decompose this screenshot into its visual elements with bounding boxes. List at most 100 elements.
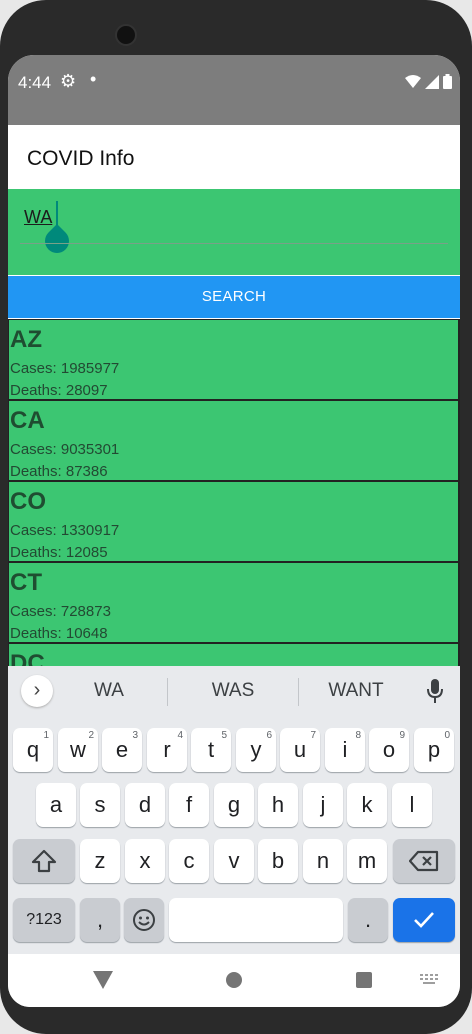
key-hint: 8	[355, 730, 361, 741]
list-item[interactable]: AZ Cases: 1985977 Deaths: 28097	[9, 320, 458, 399]
key-hint: 6	[266, 730, 272, 741]
key-i[interactable]: i8	[325, 728, 365, 772]
backspace-key[interactable]	[393, 839, 455, 883]
key-t[interactable]: t5	[191, 728, 231, 772]
results-list[interactable]: AZ Cases: 1985977 Deaths: 28097 CA Cases…	[8, 319, 460, 667]
emoji-icon	[133, 909, 155, 931]
shift-key[interactable]	[13, 839, 75, 883]
suggestion-item[interactable]: WA	[49, 680, 169, 702]
input-underline	[20, 243, 448, 244]
key-l[interactable]: l	[392, 783, 432, 827]
comma-key[interactable]: ,	[80, 898, 120, 942]
key-b[interactable]: b	[258, 839, 298, 883]
key-hint: 5	[221, 730, 227, 741]
key-r[interactable]: r4	[147, 728, 187, 772]
key-label: o	[382, 737, 396, 762]
suggestion-item[interactable]: WANT	[296, 680, 416, 702]
key-label: q	[26, 737, 40, 762]
key-k[interactable]: k	[347, 783, 387, 827]
key-hint: 2	[88, 730, 94, 741]
state-code: AZ	[10, 326, 42, 353]
search-input[interactable]: WA	[24, 207, 52, 228]
app-bar: COVID Info	[8, 125, 460, 189]
nav-back-icon[interactable]	[93, 971, 113, 989]
key-o[interactable]: o9	[369, 728, 409, 772]
key-f[interactable]: f	[169, 783, 209, 827]
key-label: r	[163, 737, 171, 762]
list-item[interactable]: CA Cases: 9035301 Deaths: 87386	[9, 401, 458, 480]
symbols-key[interactable]: ?123	[13, 898, 75, 942]
key-hint: 3	[132, 730, 138, 741]
key-label: w	[70, 737, 86, 762]
period-key[interactable]: .	[348, 898, 388, 942]
key-s[interactable]: s	[80, 783, 120, 827]
deaths-text: Deaths: 12085	[10, 544, 108, 561]
key-label: y	[250, 737, 262, 762]
cursor-handle[interactable]	[40, 224, 74, 258]
list-item[interactable]: CO Cases: 1330917 Deaths: 12085	[9, 482, 458, 561]
search-field-container[interactable]: WA	[8, 189, 460, 275]
key-g[interactable]: g	[214, 783, 254, 827]
key-label: t	[207, 737, 215, 762]
key-q[interactable]: q1	[13, 728, 53, 772]
key-m[interactable]: m	[347, 839, 387, 883]
front-camera	[115, 24, 137, 46]
battery-icon	[443, 74, 452, 89]
key-e[interactable]: e3	[102, 728, 142, 772]
check-icon	[414, 912, 434, 928]
key-v[interactable]: v	[214, 839, 254, 883]
key-a[interactable]: a	[36, 783, 76, 827]
key-c[interactable]: c	[169, 839, 209, 883]
key-z[interactable]: z	[80, 839, 120, 883]
state-code: CO	[10, 488, 46, 515]
nav-recents-icon[interactable]	[355, 971, 373, 989]
key-label: i	[342, 737, 348, 762]
key-j[interactable]: j	[303, 783, 343, 827]
status-icons	[405, 74, 452, 89]
phone-frame: 4:44 ⚙ • COVID Info WA SEARCH AZ Cases:	[0, 0, 472, 1034]
cases-text: Cases: 728873	[10, 603, 111, 620]
wifi-icon	[405, 74, 421, 88]
mic-icon[interactable]	[426, 678, 444, 704]
suggestion-item[interactable]: WAS	[173, 680, 293, 702]
page-title: COVID Info	[27, 147, 135, 170]
key-h[interactable]: h	[258, 783, 298, 827]
state-code: DC	[10, 650, 45, 667]
cases-text: Cases: 9035301	[10, 441, 120, 458]
status-time: 4:44	[18, 73, 52, 92]
key-d[interactable]: d	[125, 783, 165, 827]
key-u[interactable]: u7	[280, 728, 320, 772]
keyboard-switch-icon[interactable]	[420, 974, 440, 986]
emoji-key[interactable]	[124, 898, 164, 942]
divider	[167, 678, 168, 706]
key-n[interactable]: n	[303, 839, 343, 883]
soft-keyboard: › WA WAS WANT q1 w2 e3 r4 t5 y6 u7 i8 o …	[8, 666, 460, 954]
status-bar: 4:44 ⚙ •	[8, 55, 460, 125]
shift-icon	[31, 849, 57, 873]
key-label: u	[293, 737, 307, 762]
key-p[interactable]: p0	[414, 728, 454, 772]
key-y[interactable]: y6	[236, 728, 276, 772]
backspace-icon	[408, 850, 439, 872]
cases-text: Cases: 1985977	[10, 360, 120, 377]
enter-key[interactable]	[393, 898, 455, 942]
navigation-bar	[8, 954, 460, 1007]
notification-dot-icon: •	[90, 69, 97, 89]
screen: 4:44 ⚙ • COVID Info WA SEARCH AZ Cases:	[8, 55, 460, 1007]
deaths-text: Deaths: 87386	[10, 463, 108, 480]
search-button[interactable]: SEARCH	[8, 276, 460, 318]
key-label: e	[115, 737, 129, 762]
key-w[interactable]: w2	[58, 728, 98, 772]
suggestion-strip: › WA WAS WANT	[8, 666, 460, 718]
state-code: CA	[10, 407, 45, 434]
cases-text: Cases: 1330917	[10, 522, 120, 539]
key-label: p	[427, 737, 441, 762]
key-hint: 0	[444, 730, 450, 741]
key-x[interactable]: x	[125, 839, 165, 883]
list-item[interactable]: CT Cases: 728873 Deaths: 10648	[9, 563, 458, 642]
nav-home-icon[interactable]	[225, 971, 243, 989]
deaths-text: Deaths: 28097	[10, 382, 108, 399]
list-item[interactable]: DC	[9, 644, 458, 667]
deaths-text: Deaths: 10648	[10, 625, 108, 642]
space-key[interactable]	[169, 898, 343, 942]
